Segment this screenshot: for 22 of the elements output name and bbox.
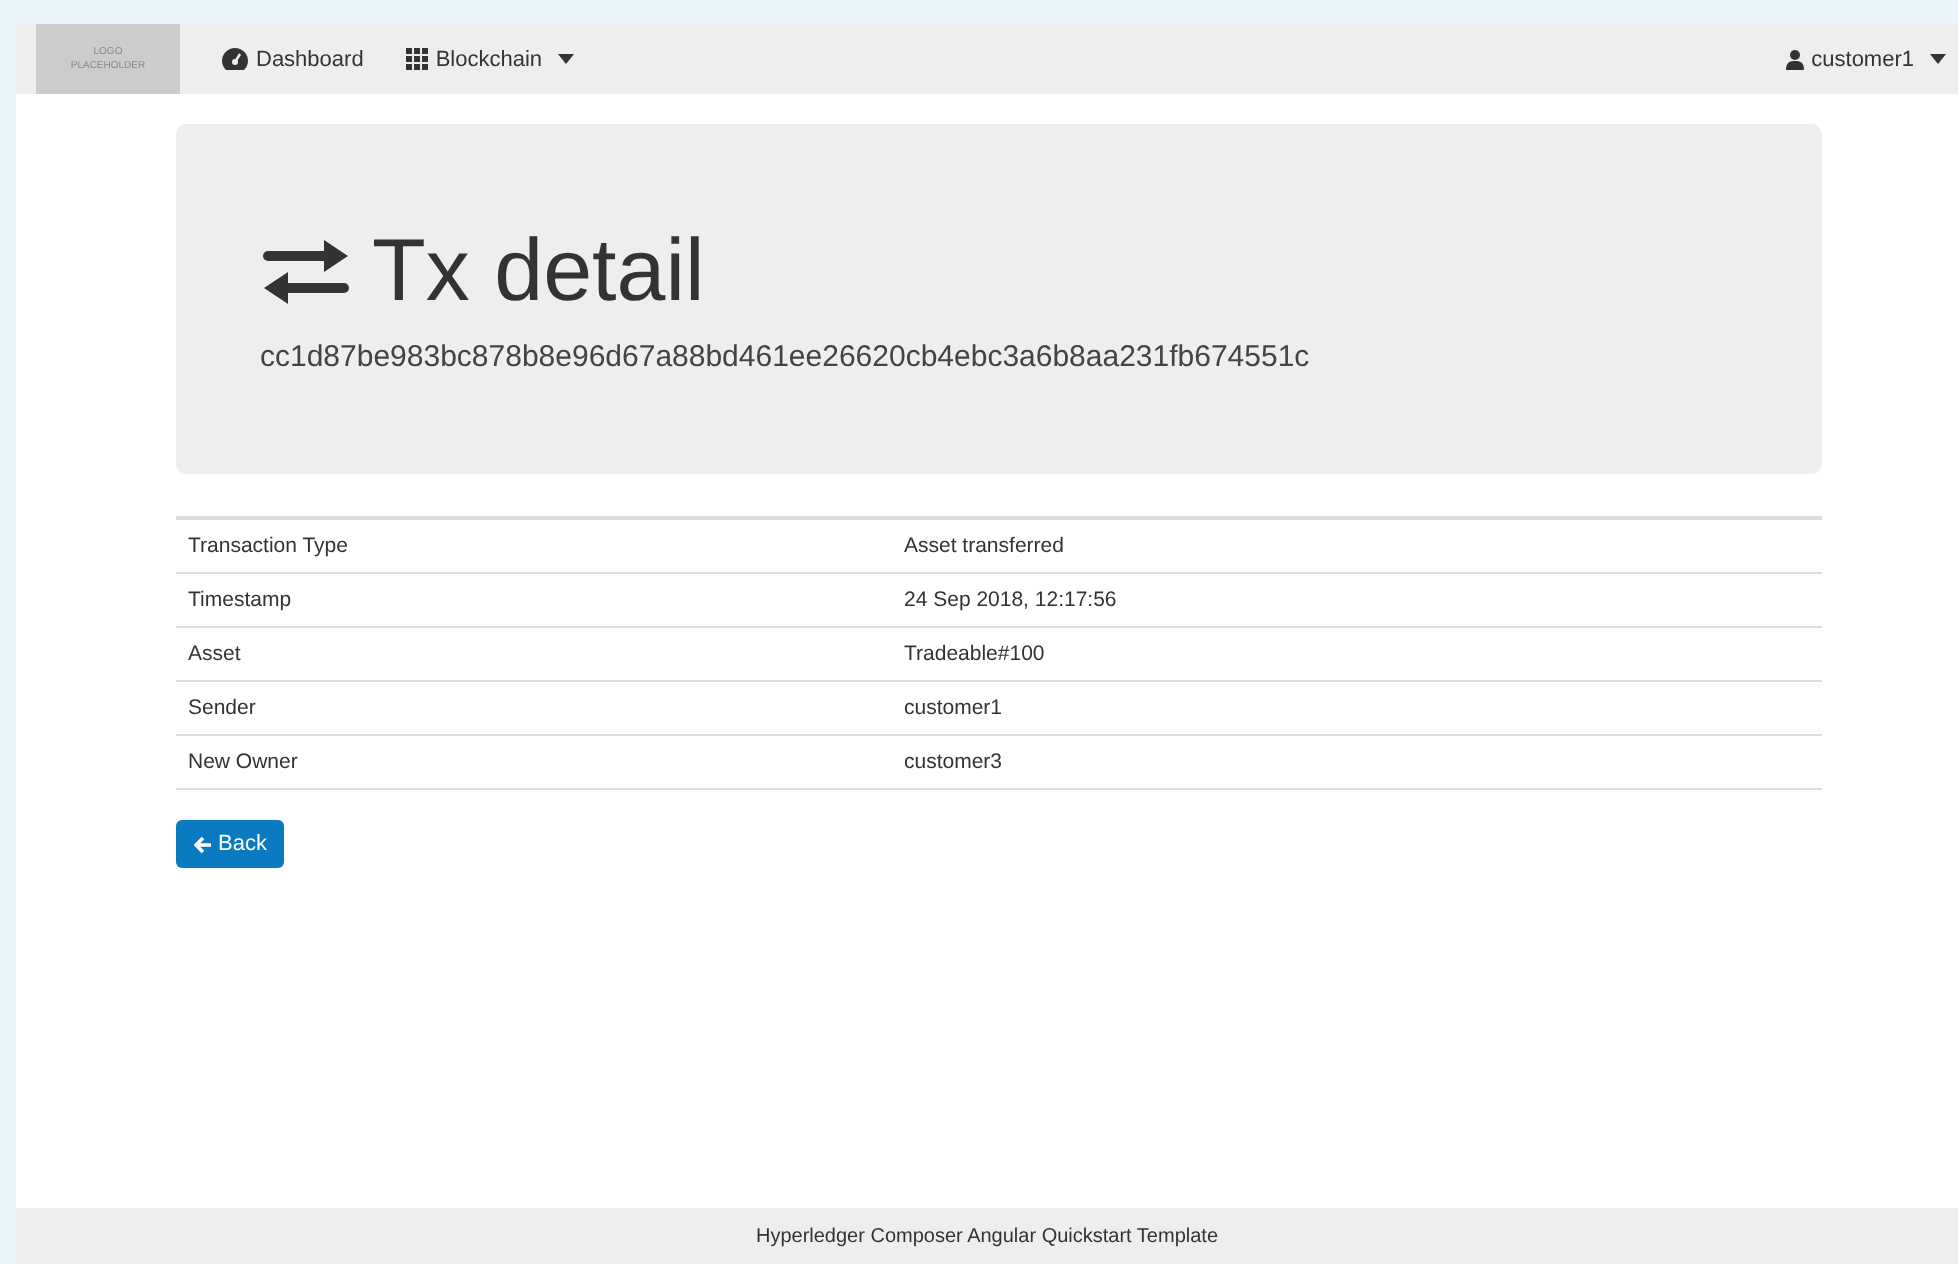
exchange-arrows-icon	[260, 236, 352, 308]
field-value: Tradeable#100	[892, 627, 1822, 681]
field-value: 24 Sep 2018, 12:17:56	[892, 573, 1822, 627]
transaction-hash: cc1d87be983bc878b8e96d67a88bd461ee26620cb4ebc3a6b8aa231fb674551c	[260, 340, 1312, 374]
field-label: Timestamp	[176, 573, 892, 627]
field-label: New Owner	[176, 735, 892, 789]
arrow-left-icon	[194, 835, 212, 853]
field-label: Asset	[176, 627, 892, 681]
nav-link[interactable]: Blockchain	[405, 47, 575, 71]
user-icon	[1785, 49, 1804, 69]
field-value: Asset transferred	[892, 518, 1822, 573]
field-value: customer1	[892, 681, 1822, 735]
grid-icon	[405, 48, 428, 70]
page-title: Tx detail	[372, 228, 705, 316]
nav-link[interactable]: Dashboard	[222, 47, 364, 71]
field-label: Transaction Type	[176, 518, 892, 573]
field-value: customer3	[892, 735, 1822, 789]
speedometer-icon	[222, 48, 248, 70]
back-button[interactable]: Back	[176, 820, 285, 868]
user-menu[interactable]: customer1	[1785, 47, 1946, 71]
field-label: Sender	[176, 681, 892, 735]
footer-text: Hyperledger Composer Angular Quickstart Template	[755, 1225, 1219, 1247]
